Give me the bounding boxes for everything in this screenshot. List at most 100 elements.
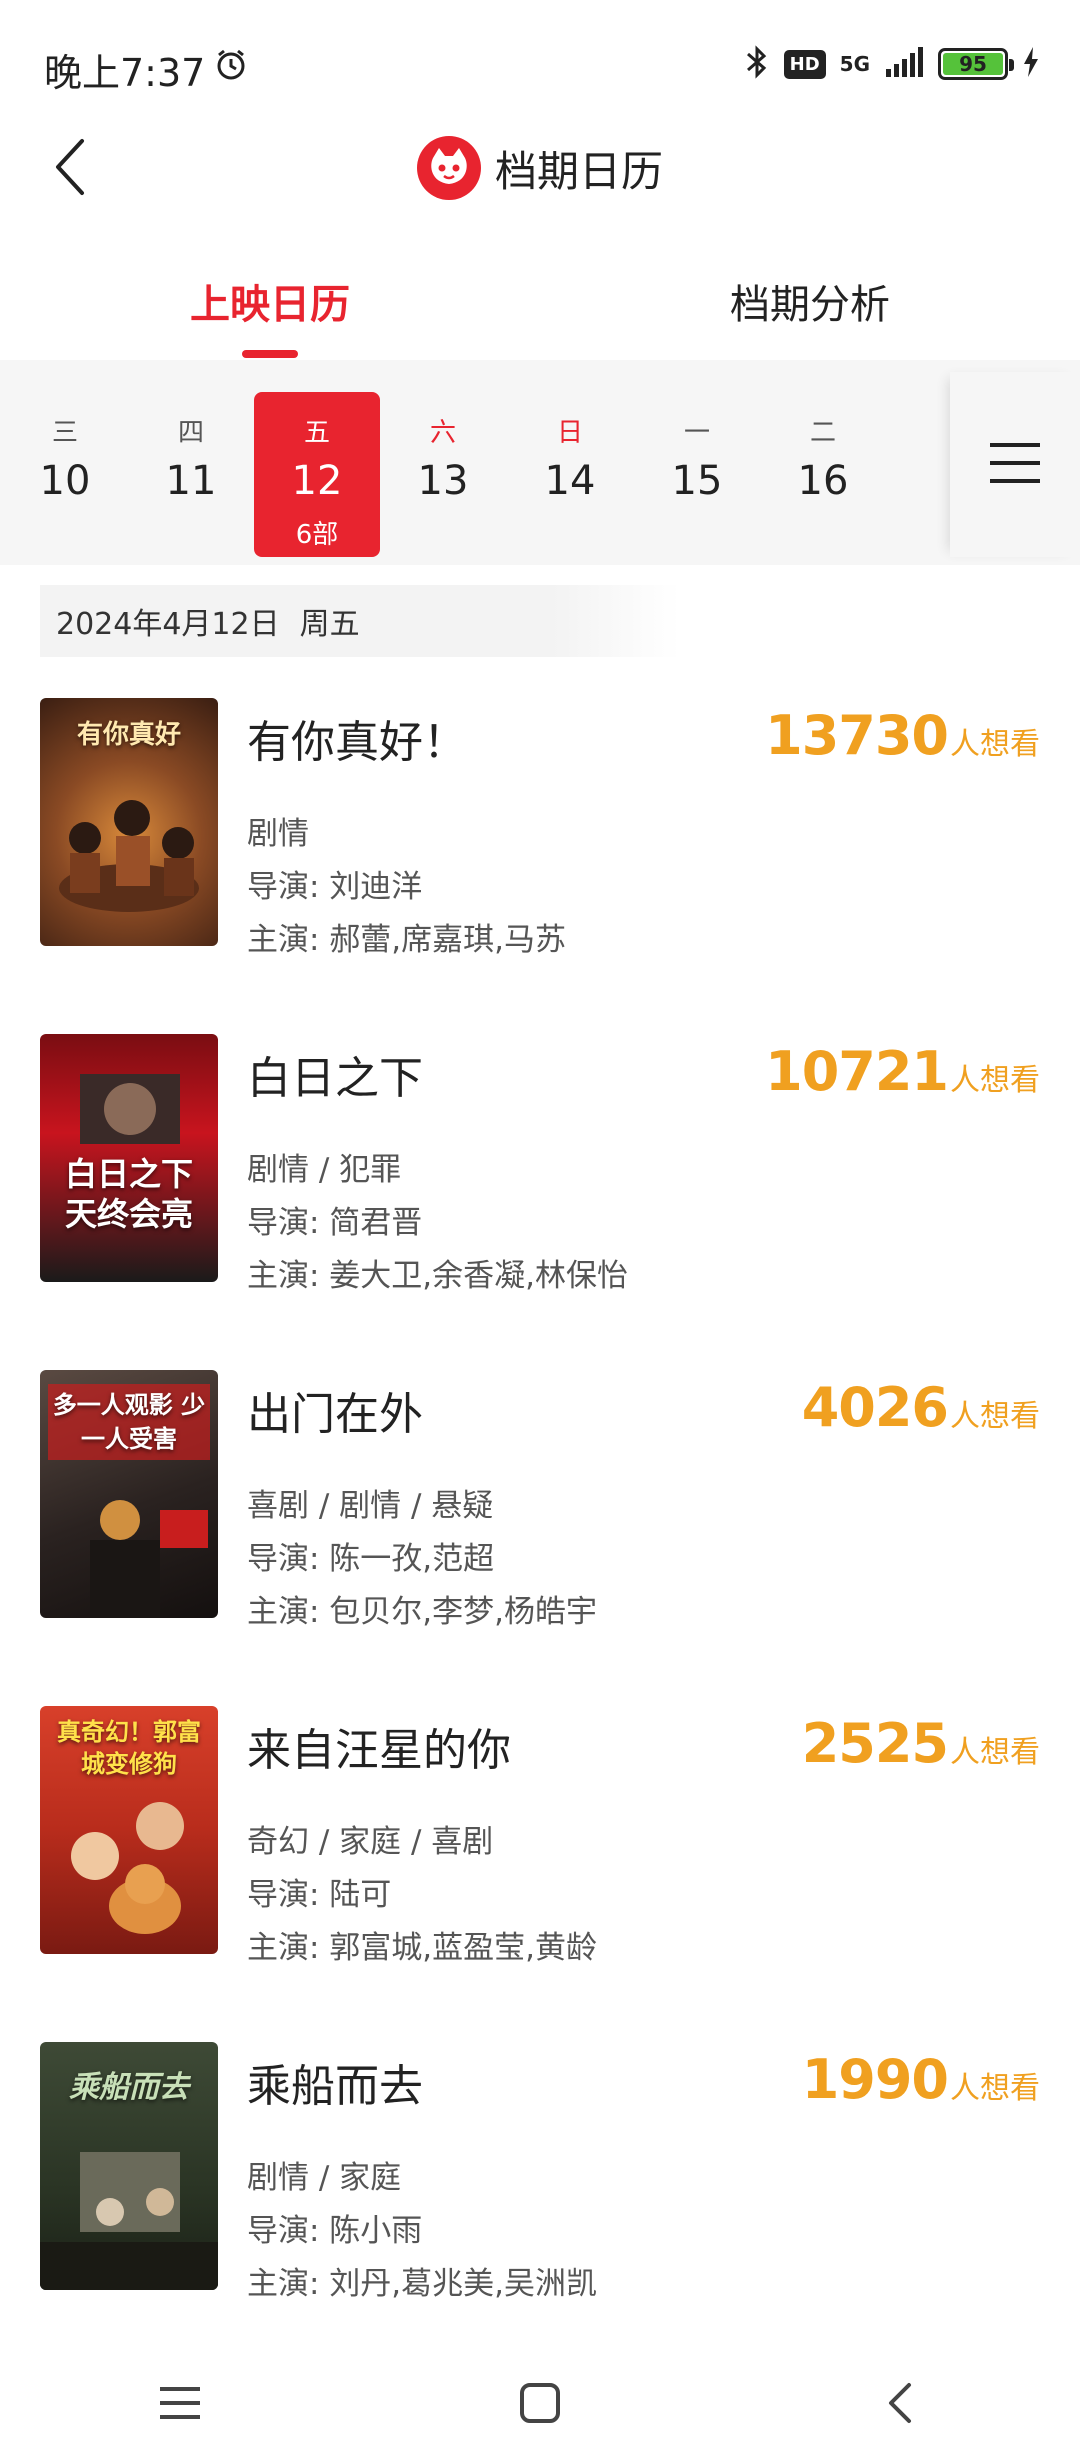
day-number: 16: [797, 458, 849, 504]
want-count: 13730 人想看: [765, 704, 1040, 767]
day-movie-count: 6部: [295, 520, 339, 550]
movie-director: 导演: 陈小雨: [247, 2213, 423, 2249]
day-weekday: 一: [683, 418, 710, 448]
day-number: 10: [39, 458, 91, 504]
movie-genre: 剧情 / 家庭: [247, 2160, 402, 2196]
day-number: 12: [291, 458, 343, 504]
movie-item[interactable]: 白日之下 天终会亮 白日之下 10721 人想看 剧情 / 犯罪 导演: 简君晋…: [40, 1034, 1040, 1294]
maoyan-cat-logo: [416, 136, 481, 200]
day-weekday: 四: [177, 418, 204, 448]
date-strip: 三 10 四 11 五 12 6部 六 13 日 14 一 15 二 16: [0, 360, 1080, 565]
bluetooth-icon: [744, 44, 770, 84]
movie-item[interactable]: 乘船而去 乘船而去 1990 人想看 剧情 / 家庭 导演: 陈小雨 主演: 刘…: [40, 2042, 1040, 2302]
movie-title: 来自汪星的你: [247, 1725, 511, 1776]
want-label: 人想看: [950, 1063, 1040, 1098]
day-11[interactable]: 四 11: [128, 392, 254, 557]
want-number: 13730: [765, 704, 949, 767]
network-type: 5G: [839, 52, 870, 76]
day-15[interactable]: 一 15: [634, 392, 760, 557]
hd-badge: HD: [783, 49, 826, 79]
tab-release-calendar[interactable]: 上映日历: [0, 250, 540, 360]
alarm-icon: [213, 47, 249, 92]
date-label: 2024年4月12日: [56, 607, 280, 642]
movie-poster: 乘船而去: [40, 2042, 218, 2290]
want-number: 2525: [801, 1712, 949, 1775]
want-number: 4026: [801, 1376, 949, 1439]
movie-title: 白日之下: [247, 1053, 423, 1104]
day-number: 14: [544, 458, 596, 504]
signal-icon: [884, 47, 924, 81]
battery-indicator: 95: [938, 48, 1014, 80]
day-16[interactable]: 二 16: [760, 392, 886, 557]
movie-director: 导演: 陈一孜,范超: [247, 1541, 495, 1577]
weekday-label: 周五: [299, 607, 360, 642]
want-count: 1990 人想看: [802, 2048, 1040, 2111]
movie-genre: 剧情 / 犯罪: [247, 1152, 402, 1188]
movie-title: 乘船而去: [247, 2061, 423, 2112]
want-count: 4026 人想看: [802, 1376, 1040, 1439]
movie-title: 有你真好！: [247, 717, 467, 768]
day-12-selected[interactable]: 五 12 6部: [254, 392, 380, 557]
poster-art: [59, 800, 199, 912]
movie-item[interactable]: 多一人观影 少一人受害 出门在外 4026 人想看 喜剧 / 剧情 / 悬疑 导…: [40, 1370, 1040, 1630]
poster-art: [40, 2152, 218, 2290]
system-nav-bar: [0, 2350, 1080, 2460]
day-number: 15: [671, 458, 723, 504]
recents-button[interactable]: [130, 2365, 230, 2445]
day-10[interactable]: 三 10: [2, 392, 128, 557]
poster-art: [71, 1802, 184, 1934]
calendar-menu-button[interactable]: [950, 372, 1080, 557]
tab-bar: 上映日历 档期分析: [0, 250, 1080, 360]
tab-schedule-analysis[interactable]: 档期分析: [540, 250, 1080, 360]
home-button[interactable]: [490, 2365, 590, 2445]
battery-level: 95: [943, 52, 1003, 76]
active-tab-indicator: [242, 350, 298, 358]
movie-genre: 剧情: [247, 816, 309, 852]
poster-art: [90, 1500, 208, 1618]
want-number: 10721: [765, 1040, 949, 1103]
want-label: 人想看: [950, 727, 1040, 762]
movie-director: 导演: 简君晋: [247, 1205, 423, 1241]
movie-poster: 有你真好: [40, 698, 218, 946]
day-number: 13: [417, 458, 469, 504]
movie-poster: 白日之下 天终会亮: [40, 1034, 218, 1282]
movie-cast: 主演: 姜大卫,余香凝,林保怡: [247, 1258, 629, 1294]
day-weekday: 二: [809, 418, 836, 448]
status-time: 晚上7:37: [44, 42, 249, 97]
want-number: 1990: [801, 2048, 949, 2111]
want-label: 人想看: [950, 1735, 1040, 1770]
page-title: 档期日历: [494, 146, 663, 196]
movie-genre: 奇幻 / 家庭 / 喜剧: [247, 1824, 494, 1860]
movie-director: 导演: 陆可: [247, 1877, 392, 1913]
nav-back-button[interactable]: [850, 2365, 950, 2445]
status-icons: HD 5G 95: [744, 44, 1040, 84]
header-title-group: 档期日历: [0, 136, 1080, 200]
date-section-header: 2024年4月12日 周五: [40, 585, 680, 657]
recents-menu-icon: [158, 2383, 202, 2427]
movie-cast: 主演: 刘丹,葛兆美,吴洲凯: [247, 2266, 598, 2302]
movie-cast: 主演: 郭富城,蓝盈莹,黄龄: [247, 1930, 598, 1966]
want-count: 10721 人想看: [765, 1040, 1040, 1103]
day-number: 11: [165, 458, 217, 504]
charging-icon: [1022, 47, 1040, 81]
movie-title: 出门在外: [247, 1389, 423, 1440]
tab-label: 档期分析: [730, 282, 890, 328]
home-square-icon: [518, 2381, 562, 2429]
movie-item[interactable]: 真奇幻！郭富城变修狗 来自汪星的你 2525 人想看 奇幻 / 家庭 / 喜剧 …: [40, 1706, 1040, 1966]
movie-director: 导演: 刘迪洋: [247, 869, 423, 905]
movie-item[interactable]: 有你真好 有你真好！ 13730 人想看 剧情 导演: 刘迪洋 主演: 郝蕾,席…: [40, 698, 1040, 958]
status-time-text: 晚上7:37: [44, 51, 206, 95]
day-14[interactable]: 日 14: [507, 392, 633, 557]
movie-cast: 主演: 郝蕾,席嘉琪,马苏: [247, 922, 567, 958]
day-weekday: 三: [51, 418, 78, 448]
hamburger-menu-icon: [990, 441, 1040, 489]
day-13[interactable]: 六 13: [380, 392, 506, 557]
day-weekday: 五: [303, 418, 330, 448]
back-chevron-icon: [885, 2381, 915, 2429]
want-label: 人想看: [950, 2071, 1040, 2106]
poster-title: 白日之下 天终会亮: [64, 1155, 193, 1233]
movie-poster: 多一人观影 少一人受害: [40, 1370, 218, 1618]
movie-cast: 主演: 包贝尔,李梦,杨皓宇: [247, 1594, 598, 1630]
day-weekday: 六: [429, 418, 456, 448]
movie-genre: 喜剧 / 剧情 / 悬疑: [247, 1488, 494, 1524]
